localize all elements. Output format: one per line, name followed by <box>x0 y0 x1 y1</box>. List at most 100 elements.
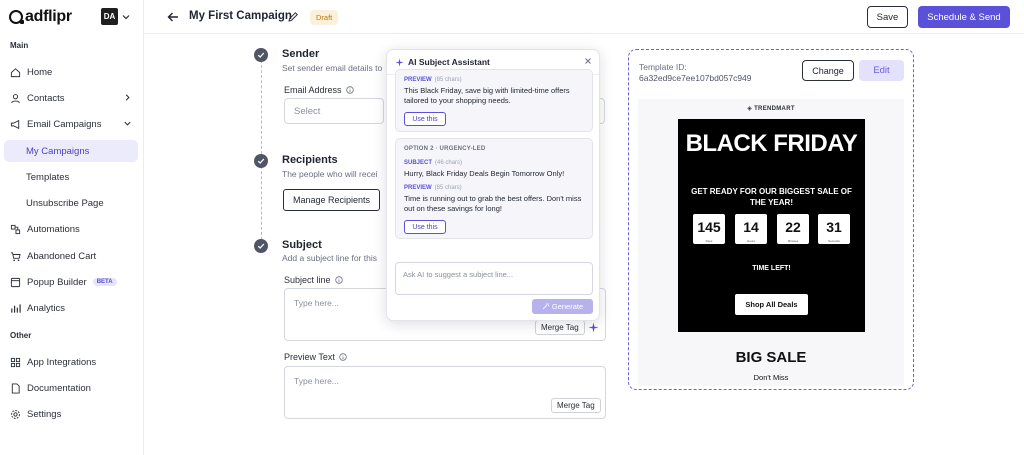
sidebar-item-app-integrations[interactable]: App Integrations <box>4 351 138 373</box>
close-icon[interactable] <box>584 57 592 65</box>
countdown-days: 145 Days <box>693 214 725 244</box>
subject-desc: Add a subject line for this <box>282 253 377 263</box>
integrations-icon <box>10 357 21 367</box>
sidebar-item-label: Abandoned Cart <box>27 250 97 262</box>
sidebar-item-email-campaigns[interactable]: Email Campaigns <box>4 113 138 135</box>
step-complete-icon <box>254 48 268 62</box>
edit-template-button[interactable]: Edit <box>859 60 904 81</box>
generate-button[interactable]: Generate <box>532 299 593 314</box>
template-id-value: 6a32ed9ce7ee107bd057c949 <box>639 73 752 83</box>
avatar: DA <box>101 8 118 25</box>
chevron-down-icon <box>122 14 130 19</box>
ai-prompt-placeholder: Ask AI to suggest a subject line... <box>403 270 514 279</box>
analytics-icon <box>11 303 21 313</box>
sidebar-item-label: Documentation <box>27 382 91 394</box>
step-complete-icon <box>254 239 268 253</box>
page-title: My First Campaign <box>189 10 292 22</box>
sidebar-item-home[interactable]: Home <box>4 61 138 83</box>
automation-icon <box>10 224 21 234</box>
option1-use-button[interactable]: Use this <box>404 112 446 126</box>
countdown-unit: Seconds <box>828 239 840 243</box>
ai-panel-title: AI Subject Assistant <box>408 57 490 67</box>
sidebar-item-label: My Campaigns <box>26 145 90 157</box>
sidebar-item-label: Settings <box>27 408 62 420</box>
sidebar-item-templates[interactable]: Templates <box>4 166 138 188</box>
subject-merge-tag-button[interactable]: Merge Tag <box>535 320 585 335</box>
info-icon[interactable] <box>334 276 343 284</box>
banner-headline: BLACK FRIDAY <box>685 130 858 157</box>
email-address-label: Email Address <box>284 85 354 95</box>
chevron-right-icon <box>125 94 130 101</box>
sidebar-item-settings[interactable]: Settings <box>4 403 138 425</box>
sidebar-item-my-campaigns[interactable]: My Campaigns <box>4 140 138 162</box>
document-icon <box>11 382 20 394</box>
adflipr-logo-icon <box>9 10 24 24</box>
ai-sparkle-icon <box>395 57 404 67</box>
label-text: PREVIEW <box>404 77 432 83</box>
option1-preview-text: This Black Friday, save big with limited… <box>404 86 570 105</box>
sidebar-item-label: Email Campaigns <box>27 118 102 130</box>
top-bar: My First Campaign Draft Save Schedule & … <box>144 0 1024 34</box>
email-address-select[interactable]: Select <box>284 98 384 124</box>
preview-merge-tag-button[interactable]: Merge Tag <box>551 398 601 413</box>
sidebar-item-documentation[interactable]: Documentation <box>4 377 138 399</box>
schedule-send-button[interactable]: Schedule & Send <box>918 6 1010 28</box>
sidebar-item-unsubscribe-page[interactable]: Unsubscribe Page <box>4 192 138 214</box>
user-icon <box>11 93 20 103</box>
shop-all-deals-button: Shop All Deals <box>735 294 808 315</box>
option2-use-button[interactable]: Use this <box>404 220 446 234</box>
chevron-down-icon <box>124 121 131 126</box>
account-switcher[interactable]: DA <box>101 8 131 25</box>
countdown-seconds: 31 Seconds <box>818 214 850 244</box>
info-icon[interactable] <box>345 86 354 94</box>
black-friday-banner: BLACK FRIDAY GET READY FOR OUR BIGGEST S… <box>678 119 865 332</box>
save-button[interactable]: Save <box>867 6 908 28</box>
template-canvas: ◈ TRENDMART BLACK FRIDAY GET READY FOR O… <box>638 99 904 386</box>
ai-subject-assistant-panel: AI Subject Assistant PREVIEW (85 chars) T… <box>386 49 600 321</box>
label-text: PREVIEW <box>404 185 432 191</box>
sidebar-item-automations[interactable]: Automations <box>4 218 138 240</box>
status-badge: Draft <box>310 10 339 25</box>
time-left-text: TIME LEFT! <box>752 265 791 272</box>
char-count: (85 chars) <box>434 185 462 191</box>
sidebar-item-label: Unsubscribe Page <box>26 197 104 209</box>
step-complete-icon <box>254 154 268 168</box>
sidebar-item-label: Popup Builder <box>27 276 87 288</box>
section-label-other: Other <box>10 331 32 340</box>
recipients-title: Recipients <box>282 154 338 166</box>
arrow-left-icon[interactable] <box>166 10 180 24</box>
countdown-value: 22 <box>785 219 801 235</box>
ai-sparkle-icon[interactable] <box>588 322 599 333</box>
countdown-minutes: 22 Minutes <box>777 214 809 244</box>
change-template-button[interactable]: Change <box>802 60 854 81</box>
label-text: SUBJECT <box>404 160 433 166</box>
char-count: (85 chars) <box>434 77 462 83</box>
option1-preview-label: PREVIEW (85 chars) <box>404 77 462 83</box>
sidebar-item-label: Automations <box>27 223 80 235</box>
manage-recipients-button[interactable]: Manage Recipients <box>283 189 380 211</box>
wand-icon <box>542 303 549 310</box>
subject-line-label-text: Subject line <box>284 275 331 285</box>
subject-title: Subject <box>282 239 322 251</box>
sidebar-item-label: Analytics <box>27 302 66 314</box>
subject-line-label: Subject line <box>284 275 343 285</box>
dont-miss-text: Don't Miss <box>753 373 789 382</box>
sidebar-item-popup-builder[interactable]: Popup Builder BETA <box>4 271 138 293</box>
sidebar-item-analytics[interactable]: Analytics <box>4 297 138 319</box>
sidebar-item-contacts[interactable]: Contacts <box>4 87 138 109</box>
sidebar-item-label: App Integrations <box>27 356 97 368</box>
preview-text-placeholder: Type here... <box>294 376 339 386</box>
cart-icon <box>10 251 21 261</box>
brand-logo[interactable]: adflipr <box>9 8 72 26</box>
ai-prompt-input[interactable]: Ask AI to suggest a subject line... <box>395 262 593 295</box>
email-address-label-text: Email Address <box>284 85 342 95</box>
sidebar-item-abandoned-cart[interactable]: Abandoned Cart <box>4 245 138 267</box>
info-icon[interactable] <box>339 353 347 361</box>
pencil-icon[interactable] <box>287 11 299 23</box>
countdown-value: 14 <box>743 219 759 235</box>
sidebar: adflipr DA Main Home Contacts Email Camp… <box>0 0 144 455</box>
beta-badge: BETA <box>92 278 117 286</box>
option2-preview-text: Time is running out to grab the best off… <box>404 194 582 213</box>
brand-name: adflipr <box>25 8 72 25</box>
template-brand: ◈ TRENDMART <box>638 105 904 112</box>
